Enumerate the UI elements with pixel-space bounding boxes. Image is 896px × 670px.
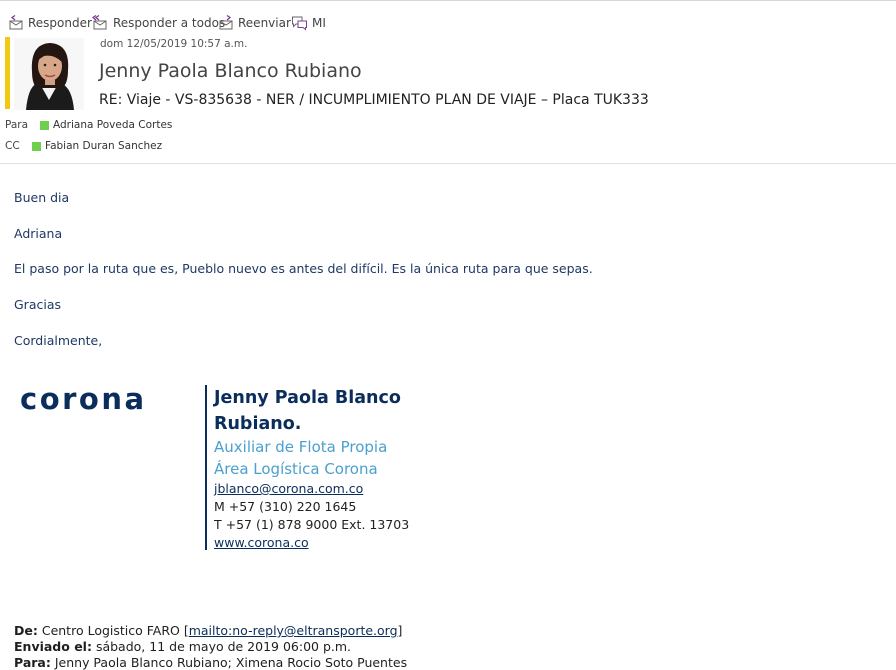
- quoted-from-value: Centro Logistico FARO [: [41, 623, 189, 638]
- cc-recipient[interactable]: Fabian Duran Sanchez: [32, 140, 162, 152]
- sender-avatar[interactable]: [14, 38, 84, 110]
- presence-status-icon: [32, 141, 41, 151]
- presence-status-icon: [40, 120, 49, 130]
- signature-role: Auxiliar de Flota Propia: [214, 438, 388, 456]
- body-greeting: Buen dia: [14, 190, 70, 205]
- quoted-from-mailto-link[interactable]: mailto:no-reply@eltransporte.org: [189, 623, 398, 638]
- signature-email-link[interactable]: jblanco@corona.com.co: [214, 481, 363, 496]
- signature-name-line1: Jenny Paola Blanco: [214, 388, 401, 408]
- signature-name-line2: Rubiano.: [214, 414, 302, 434]
- to-recipient[interactable]: Adriana Poveda Cortes: [40, 119, 172, 131]
- corona-logo: corona: [20, 382, 147, 416]
- quoted-sent-value: sábado, 11 de mayo de 2019 06:00 p.m.: [95, 639, 352, 654]
- sender-photo-icon: [14, 38, 84, 110]
- quoted-sent-label: Enviado el:: [14, 639, 92, 654]
- im-button[interactable]: MI: [291, 13, 326, 33]
- header-divider: [0, 163, 896, 164]
- quoted-to: Para: Jenny Paola Blanco Rubiano; Ximena…: [14, 655, 407, 670]
- quoted-from: De: Centro Logistico FARO [mailto:no-rep…: [14, 623, 402, 638]
- signature-phone: T +57 (1) 878 9000 Ext. 13703: [214, 517, 410, 532]
- reply-all-button[interactable]: Responder a todos: [91, 13, 225, 33]
- quoted-to-value: Jenny Paola Blanco Rubiano; Ximena Rocio…: [54, 655, 408, 670]
- to-recipient-name: Adriana Poveda Cortes: [53, 119, 173, 131]
- quoted-to-label: Para:: [14, 655, 51, 670]
- sender-name[interactable]: Jenny Paola Blanco Rubiano: [99, 60, 362, 82]
- importance-accent-bar: [5, 37, 10, 109]
- sent-date: dom 12/05/2019 10:57 a.m.: [100, 38, 248, 50]
- body-message: El paso por la ruta que es, Pueblo nuevo…: [14, 261, 593, 276]
- body-recipient-name: Adriana: [14, 226, 63, 241]
- reply-label: Responder: [28, 16, 92, 30]
- cc-recipient-name: Fabian Duran Sanchez: [45, 140, 163, 152]
- body-thanks: Gracias: [14, 297, 62, 312]
- signature-area: Área Logística Corona: [214, 460, 378, 478]
- signature-mobile: M +57 (310) 220 1645: [214, 499, 357, 514]
- forward-button[interactable]: Reenviar: [218, 13, 291, 33]
- to-label: Para: [5, 119, 29, 131]
- cc-label: CC: [5, 140, 20, 152]
- message-subject: RE: Viaje - VS-835638 - NER / INCUMPLIMI…: [99, 92, 649, 108]
- im-label: MI: [312, 16, 326, 30]
- forward-icon: [219, 15, 233, 30]
- chat-icon: [292, 16, 307, 31]
- quoted-from-label: De:: [14, 623, 38, 638]
- forward-label: Reenviar: [238, 16, 291, 30]
- reply-all-icon: [91, 15, 107, 30]
- message-toolbar: Responder Responder a todos Reenviar MI: [0, 0, 896, 36]
- reply-button[interactable]: Responder: [8, 13, 92, 33]
- reply-all-label: Responder a todos: [113, 16, 226, 30]
- reply-icon: [9, 15, 23, 30]
- quoted-from-end: ]: [397, 623, 403, 638]
- signature-divider: [205, 385, 207, 550]
- quoted-sent: Enviado el: sábado, 11 de mayo de 2019 0…: [14, 639, 351, 654]
- signature-website-link[interactable]: www.corona.co: [214, 535, 309, 550]
- body-closing: Cordialmente,: [14, 333, 103, 348]
